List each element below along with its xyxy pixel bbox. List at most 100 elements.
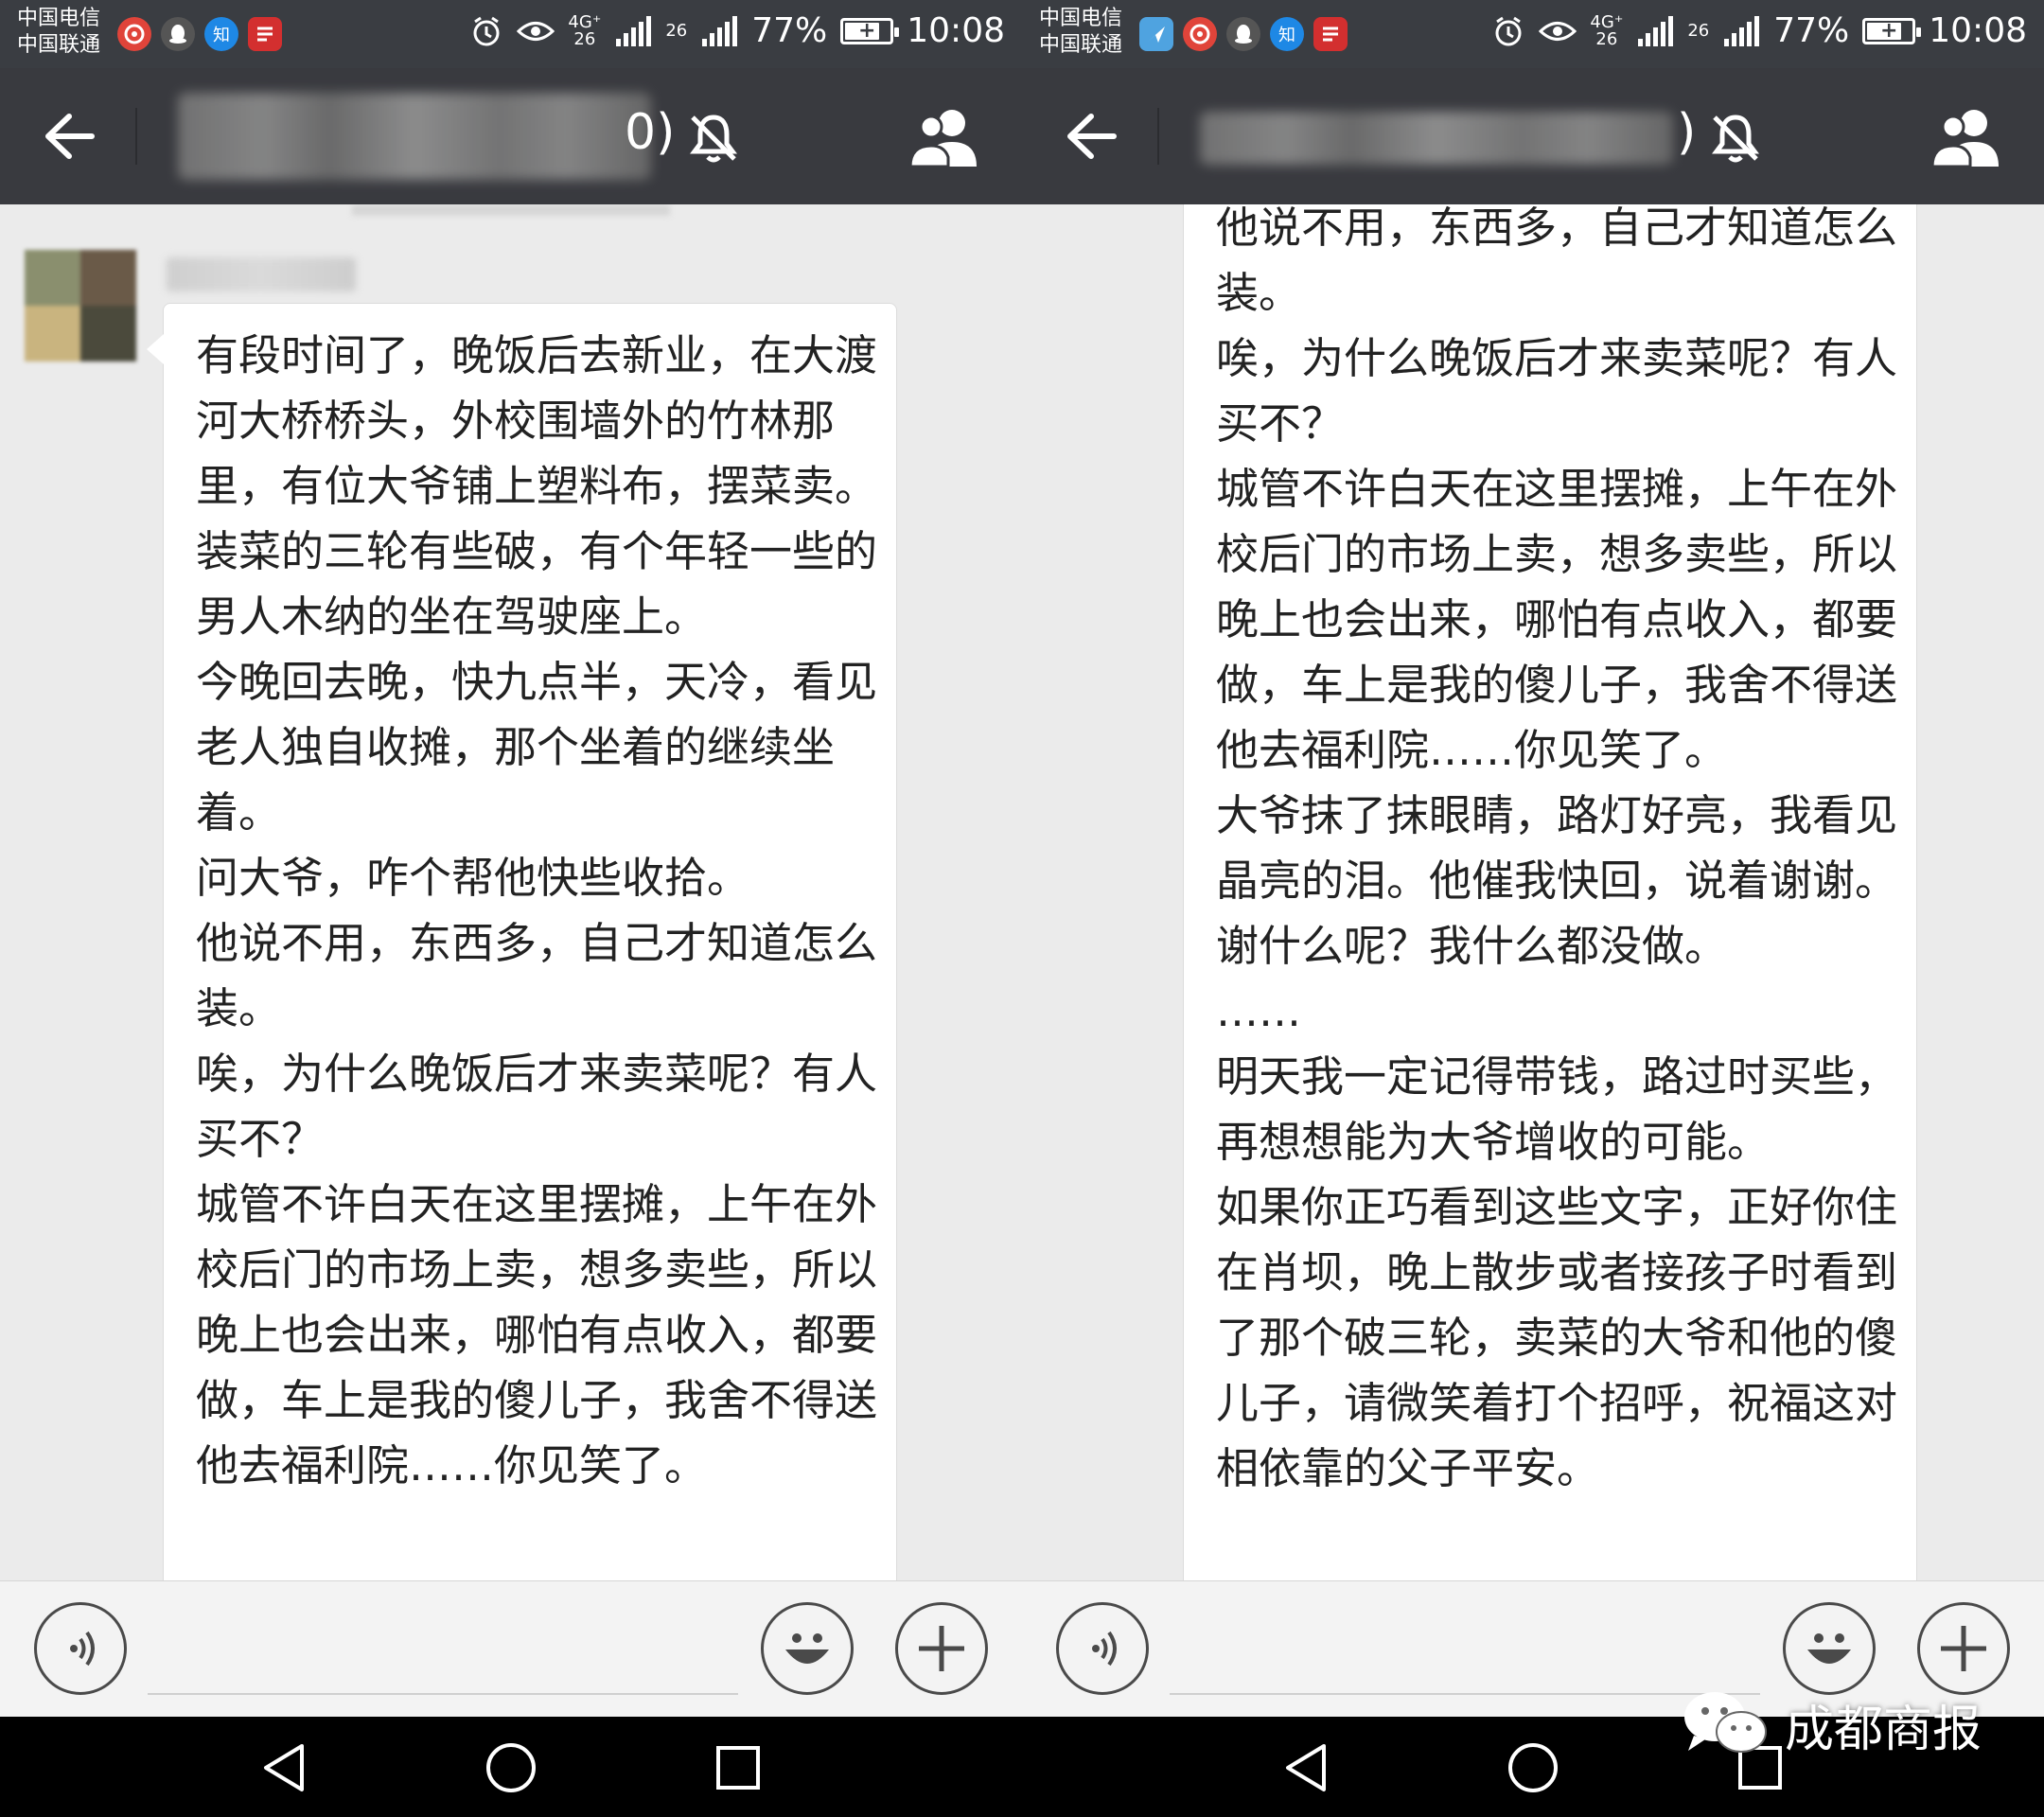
- wechat-logo-icon: [1683, 1692, 1767, 1753]
- message-bubble[interactable]: 有段时间了，晚饭后去新业，在大渡河大桥桥头，外校围墙外的竹林那里，有位大爷铺上塑…: [147, 303, 897, 1580]
- title-divider: [1157, 108, 1159, 165]
- circle-home-icon: [1508, 1743, 1558, 1792]
- triangle-back-icon: [264, 1744, 304, 1791]
- clock: 10:08: [907, 11, 1005, 50]
- weibo-icon: [1183, 17, 1217, 51]
- zhihu-icon: 知: [1270, 17, 1304, 51]
- chat-screen-left: 中国电信 中国联通 知 4G⁺ 26 26 77% + 10:08 0) 有段时…: [0, 0, 1022, 1817]
- watermark-text: 成都商报: [1784, 1701, 1982, 1758]
- signal-bars-icon: [616, 15, 652, 46]
- battery-icon: +: [840, 17, 900, 44]
- message-input[interactable]: [148, 1693, 738, 1695]
- group-info-button[interactable]: [905, 104, 986, 170]
- maps-icon: [1139, 17, 1173, 51]
- back-button[interactable]: [1058, 106, 1124, 167]
- qq-icon: [1226, 17, 1260, 51]
- notification-icons: 知: [1139, 17, 1348, 51]
- group-info-button[interactable]: [1927, 104, 2008, 170]
- carrier-2: 中国联通: [1039, 33, 1123, 57]
- message-input[interactable]: [1170, 1693, 1760, 1695]
- message-text: 有段时间了，晚饭后去新业，在大渡河大桥桥头，外校围墙外的竹林那里，有位大爷铺上塑…: [196, 330, 878, 1491]
- nav-back-button[interactable]: [1278, 1739, 1334, 1796]
- circle-home-icon: [486, 1743, 536, 1792]
- charging-plus: +: [1880, 18, 1898, 43]
- nav-home-button[interactable]: [1505, 1739, 1561, 1796]
- alarm-icon: [1495, 16, 1522, 45]
- signal-bars-2-icon: [702, 15, 738, 46]
- back-arrow-icon: [1067, 114, 1117, 159]
- carrier-1: 中国电信: [1039, 7, 1123, 30]
- message-list[interactable]: 他说不用，东西多，自己才知道怎么装。 唉，为什么晚饭后才来卖菜呢？有人买不？ 城…: [1022, 204, 2044, 1580]
- voice-input-button[interactable]: [34, 1602, 127, 1695]
- status-right-group: 4G⁺ 26 26 77% + 10:08: [1491, 11, 2027, 50]
- plus-icon: [919, 1626, 964, 1671]
- charging-plus: +: [858, 18, 876, 43]
- eye-comfort-icon: [517, 21, 555, 41]
- chat-title-redacted: [1200, 112, 1673, 165]
- net-26b-label: 26: [1687, 20, 1710, 41]
- nav-recents-button[interactable]: [710, 1739, 766, 1796]
- signal-4g: 4G⁺ 26: [1590, 11, 1624, 49]
- chat-title-suffix: 0): [625, 104, 676, 161]
- zhihu-icon: 知: [204, 17, 238, 51]
- zhihu-glyph: 知: [1278, 26, 1295, 45]
- eye-comfort-icon: [1539, 21, 1577, 41]
- nav-home-button[interactable]: [483, 1739, 539, 1796]
- more-actions-button[interactable]: [1917, 1602, 2010, 1695]
- sender-name-redacted: [167, 257, 356, 291]
- weibo-icon: [117, 17, 151, 51]
- nav-back-button[interactable]: [256, 1739, 312, 1796]
- carrier-labels: 中国电信 中国联通: [17, 6, 100, 59]
- smiley-icon: [1807, 1633, 1851, 1664]
- chat-title-bar: 0): [0, 68, 1022, 204]
- signal-bars-icon: [1638, 15, 1674, 46]
- mute-bell-icon: [690, 115, 737, 163]
- signal-bars-2-icon: [1724, 15, 1760, 46]
- battery-percent: 77%: [1773, 11, 1850, 50]
- voice-icon: [1092, 1631, 1117, 1667]
- carrier-2: 中国联通: [17, 33, 101, 57]
- emoji-button[interactable]: [761, 1602, 854, 1695]
- group-members-icon: [1930, 110, 1999, 168]
- message-list[interactable]: 有段时间了，晚饭后去新业，在大渡河大桥桥头，外校围墙外的竹林那里，有位大爷铺上塑…: [0, 204, 1022, 1580]
- emoji-button[interactable]: [1783, 1602, 1876, 1695]
- message-text: 他说不用，东西多，自己才知道怎么装。 唉，为什么晚饭后才来卖菜呢？有人买不？ 城…: [1216, 204, 1898, 1493]
- carrier-labels: 中国电信 中国联通: [1039, 6, 1122, 59]
- back-arrow-icon: [45, 114, 95, 159]
- system-nav-bar: [0, 1717, 1022, 1817]
- chat-title-redacted: [178, 93, 651, 180]
- chat-title-bar: ): [1022, 68, 2044, 204]
- net-26b-label: 26: [665, 20, 688, 41]
- battery-percent: 77%: [751, 11, 828, 50]
- message-bubble[interactable]: 他说不用，东西多，自己才知道怎么装。 唉，为什么晚饭后才来卖菜呢？有人买不？ 城…: [1183, 204, 1917, 1580]
- status-bar: 中国电信 中国联通 知 4G⁺ 26 26 77% + 10:08: [1022, 0, 2044, 68]
- notification-icons: 知: [117, 17, 282, 51]
- voice-icon: [70, 1631, 95, 1667]
- net-26-label: 26: [1595, 28, 1618, 49]
- back-button[interactable]: [36, 106, 102, 167]
- battery-icon: +: [1862, 17, 1922, 44]
- chat-screen-right: 中国电信 中国联通 知 4G⁺ 26 26 77% + 10:08) 他说不用…: [1022, 0, 2044, 1817]
- net-4g-label: 4G⁺: [568, 11, 602, 32]
- zhihu-glyph: 知: [213, 26, 230, 45]
- triangle-back-icon: [1286, 1744, 1326, 1791]
- watermark: 成都商报: [1681, 1688, 1982, 1760]
- plus-icon: [1941, 1626, 1986, 1671]
- clock: 10:08: [1929, 11, 2027, 50]
- square-recents-icon: [716, 1746, 760, 1790]
- signal-4g: 4G⁺ 26: [568, 11, 602, 48]
- carrier-1: 中国电信: [17, 7, 101, 30]
- more-actions-button[interactable]: [895, 1602, 988, 1695]
- qq-icon: [161, 17, 195, 51]
- voice-input-button[interactable]: [1056, 1602, 1149, 1695]
- smiley-icon: [785, 1633, 829, 1664]
- mute-bell-icon: [1712, 115, 1759, 163]
- status-bar: 中国电信 中国联通 知 4G⁺ 26 26 77% + 10:08: [0, 0, 1022, 68]
- sender-avatar[interactable]: [25, 250, 136, 362]
- title-divider: [135, 108, 137, 165]
- net-4g-label: 4G⁺: [1590, 11, 1624, 32]
- input-bar: [0, 1580, 1022, 1717]
- group-members-icon: [908, 110, 977, 168]
- status-right-group: 4G⁺ 26 26 77% + 10:08: [469, 11, 1005, 50]
- news-icon: [1313, 17, 1348, 51]
